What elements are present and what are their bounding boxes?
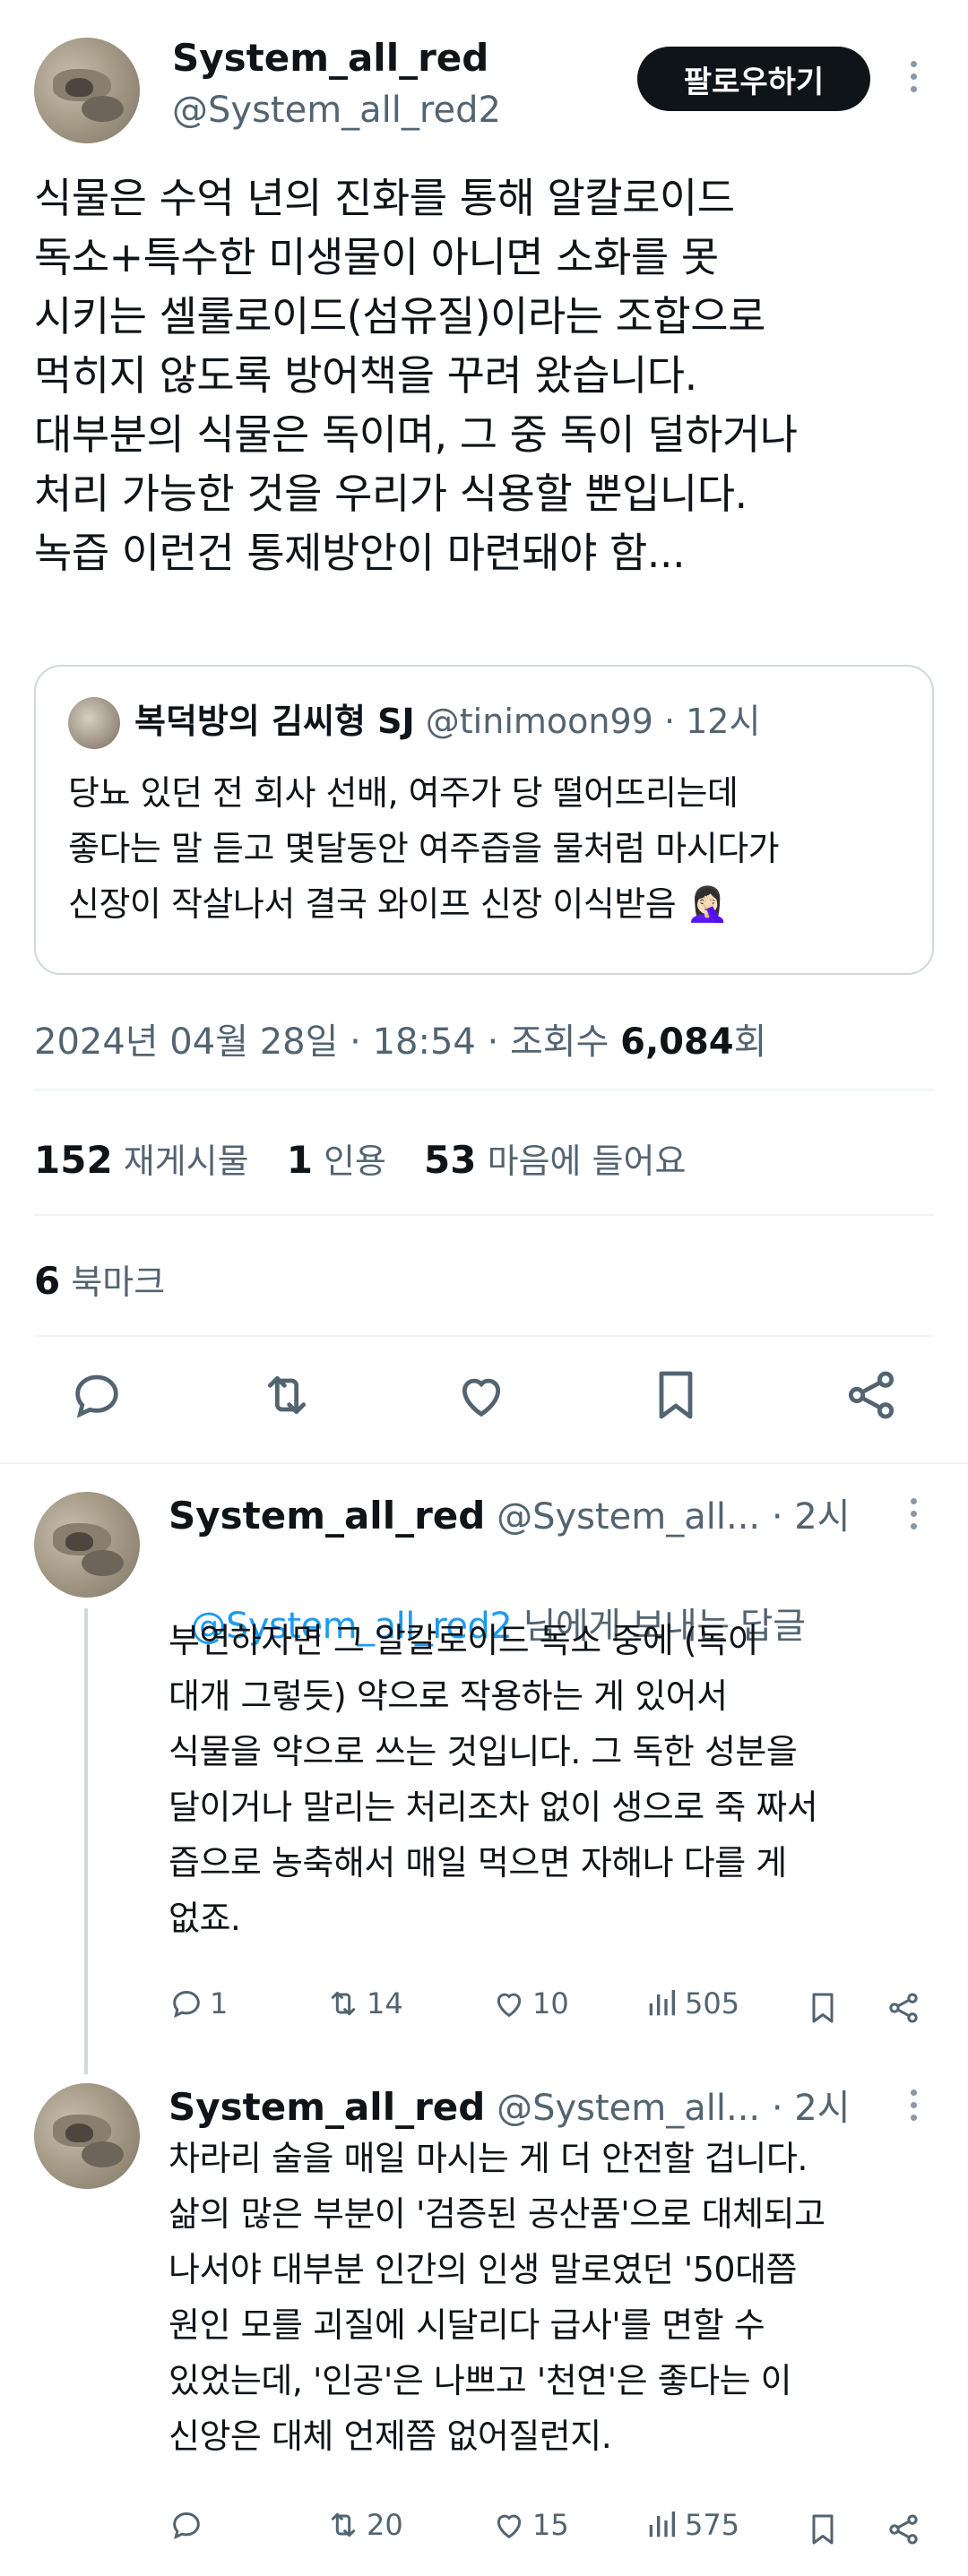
reply-actions: 1 14 10 505 — [169, 1986, 930, 2030]
author-avatar[interactable] — [34, 38, 140, 143]
divider — [34, 1335, 934, 1337]
retweets-stat[interactable]: 152 재게시물 — [34, 1138, 249, 1182]
reply-author-name[interactable]: System_all_red — [169, 1494, 485, 1538]
quoted-author-name: 복덕방의 김씨형 SJ — [134, 702, 415, 741]
reply-header: System_all_red @System_all... · 2시 — [169, 1487, 851, 1539]
views-icon — [649, 1990, 675, 2016]
quoted-author-avatar — [68, 697, 120, 749]
reply-count: 1 — [210, 1986, 229, 2020]
quoted-tweet-time: · 12시 — [663, 702, 761, 741]
quoted-tweet-header: 복덕방의 김씨형 SJ @tinimoon99 · 12시 — [134, 694, 760, 743]
share-icon[interactable] — [886, 2511, 921, 2547]
reply-author-name[interactable]: System_all_red — [169, 2085, 485, 2129]
retweet-icon — [331, 2512, 356, 2537]
reply-actions: 20 15 575 — [169, 2507, 930, 2552]
view-count: 6,084 — [620, 1021, 734, 1063]
tweet-text: 식물은 수억 년의 진화를 통해 알칼로이드 독소+특수한 미생물이 아니면 소… — [34, 174, 798, 577]
reply-text: 차라리 술을 매일 마시는 게 더 안전할 겁니다. 삶의 많은 부분이 '검증… — [169, 2139, 825, 2456]
bookmark-icon[interactable] — [805, 1990, 841, 2026]
reply-retweet-action[interactable]: 14 — [325, 1986, 403, 2021]
follow-button[interactable]: 팔로우하기 — [637, 47, 870, 111]
share-icon[interactable] — [886, 1990, 921, 2026]
section-divider — [0, 1462, 968, 1464]
reply-views-action[interactable]: 505 — [644, 1986, 739, 2021]
views-count: 505 — [685, 1986, 740, 2020]
reply-author-handle[interactable]: @System_all... — [497, 1496, 760, 1538]
bookmarks-stat[interactable]: 6 북마크 — [34, 1254, 165, 1304]
tweet-meta: 2024년 04월 28일 · 18:54 · 조회수 6,084회 — [34, 1012, 766, 1064]
like-icon[interactable] — [453, 1366, 510, 1424]
divider — [34, 1214, 934, 1216]
reply-avatar[interactable] — [34, 1492, 140, 1598]
reply-avatar[interactable] — [34, 2083, 140, 2189]
quotes-stat[interactable]: 1 인용 — [287, 1138, 386, 1182]
reply-icon — [173, 1990, 200, 2018]
engagement-stats: 152 재게시물 1 인용 53 마음에 들어요 — [34, 1133, 686, 1183]
author-handle[interactable]: @System_all_red2 — [172, 90, 501, 131]
reply-reply-action[interactable]: 1 — [169, 1986, 228, 2021]
reply-like-action[interactable]: 15 — [491, 2507, 569, 2543]
thread-line — [84, 1608, 88, 2074]
author-name[interactable]: System_all_red — [172, 36, 488, 80]
reply-more-options-icon[interactable] — [908, 1498, 919, 1529]
tweet-date: 2024년 04월 28일 · 18:54 · 조회수 — [34, 1021, 621, 1063]
like-count: 15 — [532, 2508, 569, 2542]
divider — [34, 1089, 934, 1090]
reply-like-action[interactable]: 10 — [491, 1986, 569, 2021]
quoted-tweet[interactable]: 복덕방의 김씨형 SJ @tinimoon99 · 12시 당뇨 있던 전 회사… — [34, 665, 934, 975]
quoted-tweet-text: 당뇨 있던 전 회사 선배, 여주가 당 떨어뜨리는데 좋다는 말 듣고 몇달동… — [68, 773, 780, 924]
views-count: 575 — [685, 2508, 740, 2542]
likes-stat[interactable]: 53 마음에 들어요 — [424, 1138, 686, 1182]
retweet-count: 20 — [367, 2508, 403, 2542]
like-count: 10 — [532, 1986, 569, 2020]
share-icon[interactable] — [843, 1366, 900, 1424]
reply-text: 부연하자면 그 알칼로이드 독소 중에 (독이 대개 그렇듯) 약으로 작용하는… — [169, 1621, 818, 1938]
retweet-count: 14 — [367, 1986, 403, 2020]
reply-header: System_all_red @System_all... · 2시 — [169, 2079, 851, 2131]
reply-reply-action[interactable] — [169, 2507, 210, 2543]
views-icon — [649, 2511, 675, 2537]
reply-retweet-action[interactable]: 20 — [325, 2507, 403, 2543]
like-icon — [497, 2514, 522, 2539]
reply-icon[interactable] — [68, 1366, 125, 1424]
reply-time[interactable]: · 2시 — [772, 2088, 851, 2129]
reply-icon — [173, 2511, 200, 2539]
retweet-icon — [331, 1991, 356, 2016]
reply-more-options-icon[interactable] — [908, 2089, 919, 2121]
bookmark-icon[interactable] — [647, 1366, 704, 1424]
reply-views-action[interactable]: 575 — [644, 2507, 739, 2543]
more-options-icon[interactable] — [908, 61, 919, 92]
bookmark-icon[interactable] — [805, 2511, 841, 2547]
reply-time[interactable]: · 2시 — [772, 1496, 851, 1538]
retweet-icon[interactable] — [258, 1366, 315, 1424]
reply-author-handle[interactable]: @System_all... — [497, 2088, 760, 2129]
tweet-actions — [0, 1366, 968, 1429]
view-count-suffix: 회 — [733, 1021, 767, 1063]
quoted-author-handle: @tinimoon99 — [425, 702, 653, 741]
like-icon — [497, 1993, 522, 2018]
